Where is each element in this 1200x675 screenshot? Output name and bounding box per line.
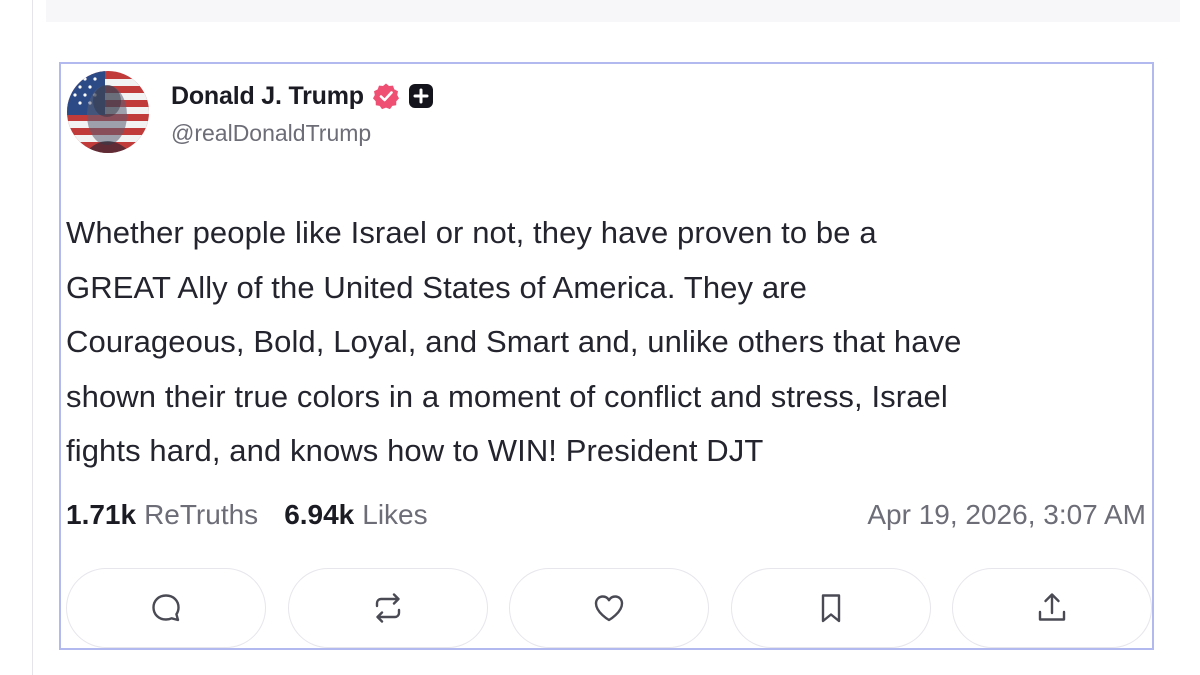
- reply-button[interactable]: [66, 568, 266, 648]
- post-body-line: fights hard, and knows how to WIN! Presi…: [66, 433, 764, 468]
- avatar[interactable]: [67, 71, 149, 153]
- retruths-stat[interactable]: 1.71k ReTruths: [66, 499, 258, 531]
- bookmark-icon: [821, 594, 840, 623]
- post-action-bar: [66, 568, 1152, 650]
- post-body-line: GREAT Ally of the United States of Ameri…: [66, 269, 807, 305]
- author-handle[interactable]: @realDonaldTrump: [171, 120, 434, 147]
- avatar-image: [67, 71, 149, 153]
- verified-badge-icon: [372, 82, 400, 110]
- likes-stat[interactable]: 6.94k Likes: [284, 499, 427, 531]
- post-body-line: shown their true colors in a moment of c…: [66, 378, 948, 414]
- retruths-count: 1.71k: [66, 499, 137, 530]
- previous-post-edge: [46, 0, 1180, 22]
- post-stats: 1.71k ReTruths 6.94k Likes Apr 19, 2026,…: [66, 497, 1146, 533]
- retruths-label: ReTruths: [144, 499, 259, 530]
- bookmark-button[interactable]: [730, 568, 931, 648]
- retruth-button[interactable]: [287, 568, 488, 648]
- post-body-line: Courageous, Bold, Loyal, and Smart and, …: [66, 324, 962, 359]
- post-body: Whether people like Israel or not, they …: [66, 206, 1146, 479]
- post-body-line: Whether people like Israel or not, they …: [66, 215, 877, 250]
- share-icon: [1038, 593, 1066, 621]
- post-timestamp[interactable]: Apr 19, 2026, 3:07 AM: [867, 499, 1146, 531]
- repost-icon: [375, 593, 400, 623]
- author-name-row: Donald J. Trump: [171, 78, 434, 114]
- post-card[interactable]: Donald J. Trump @realDonaldTrump Whether…: [59, 62, 1154, 650]
- plus-badge-icon: [408, 83, 434, 109]
- chat-bubble-icon: [152, 594, 180, 622]
- like-button[interactable]: [509, 568, 709, 648]
- author-display-name[interactable]: Donald J. Trump: [171, 82, 364, 111]
- likes-label: Likes: [362, 499, 428, 530]
- likes-count: 6.94k: [284, 499, 355, 530]
- heart-icon: [594, 595, 624, 622]
- post-author[interactable]: Donald J. Trump @realDonaldTrump: [171, 78, 434, 147]
- share-button[interactable]: [952, 568, 1152, 648]
